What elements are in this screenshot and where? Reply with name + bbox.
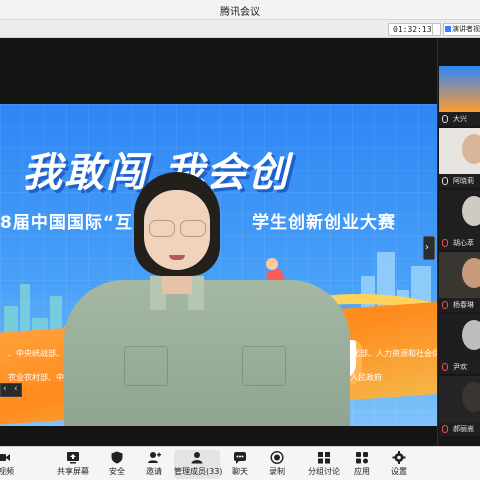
invite-button[interactable]: 邀请 bbox=[143, 450, 165, 479]
mic-muted-icon bbox=[442, 363, 448, 371]
participant-video bbox=[439, 252, 480, 298]
participant-name: 阿晓莉 bbox=[453, 177, 474, 185]
participant-tile[interactable]: 大兴 bbox=[439, 66, 480, 126]
participant-name: 大兴 bbox=[453, 115, 467, 123]
security-button[interactable]: 安全 bbox=[106, 450, 128, 479]
presenter-shirt bbox=[64, 280, 350, 426]
chevron-right-icon: › bbox=[425, 242, 429, 253]
mic-muted-icon bbox=[442, 301, 448, 309]
speaker-view-label: 演讲者视 bbox=[452, 25, 480, 33]
stage-page-nav[interactable]: ‹ ‹ bbox=[0, 383, 22, 397]
participant-tile[interactable]: 杨春琳 bbox=[439, 252, 480, 312]
video-camera-icon bbox=[0, 454, 10, 461]
title-bar: 腾讯会议 bbox=[0, 0, 480, 20]
participant-tile[interactable]: 胡心萃 bbox=[439, 190, 480, 250]
participant-video bbox=[439, 314, 480, 360]
gear-icon bbox=[392, 451, 406, 464]
collapse-participants-button[interactable]: › bbox=[423, 236, 435, 260]
members-icon bbox=[191, 452, 203, 464]
mic-muted-icon bbox=[442, 239, 448, 247]
mic-icon bbox=[442, 115, 448, 123]
presenter-video bbox=[64, 156, 350, 426]
manage-members-button[interactable]: 管理成员(33) bbox=[174, 450, 222, 479]
participant-video bbox=[439, 66, 480, 112]
meeting-top-bar: 01:32:13 演讲者视 bbox=[0, 20, 480, 38]
record-icon bbox=[270, 451, 284, 464]
chevron-left-icon[interactable]: ‹ bbox=[14, 384, 18, 394]
participant-name: 尹欢 bbox=[453, 363, 467, 371]
participant-tile[interactable]: 阿晓莉 bbox=[439, 128, 480, 188]
speaker-view-button[interactable]: 演讲者视 bbox=[443, 23, 480, 36]
mic-muted-icon bbox=[442, 425, 448, 433]
breakout-rooms-icon bbox=[318, 452, 330, 464]
record-button[interactable]: 录制 bbox=[266, 450, 288, 479]
apps-grid-icon bbox=[356, 452, 368, 464]
apps-button[interactable]: 应用 bbox=[351, 450, 373, 479]
shield-icon bbox=[111, 451, 123, 464]
mic-icon bbox=[442, 177, 448, 185]
video-button[interactable]: 视频 bbox=[0, 450, 14, 479]
main-video-stage[interactable]: 我敢闯 我会创 8届中国国际“互 学生创新创业大赛 、中央统战部、中央 信息化部… bbox=[0, 38, 437, 446]
participant-video bbox=[439, 190, 480, 236]
share-screen-button[interactable]: 共享屏幕 bbox=[55, 450, 91, 479]
add-person-icon bbox=[148, 452, 161, 463]
chat-bubble-icon bbox=[234, 452, 246, 464]
meeting-toolbar: 视频 共享屏幕 安全 邀请 管理成员(33) 聊天 录制 分组讨论 应用 设置 bbox=[0, 446, 480, 480]
chevron-left-icon[interactable]: ‹ bbox=[3, 384, 7, 394]
share-screen-icon bbox=[67, 452, 79, 464]
grid-view-icon bbox=[445, 26, 451, 32]
chat-button[interactable]: 聊天 bbox=[229, 450, 251, 479]
layout-toggle-button[interactable] bbox=[432, 23, 441, 36]
participant-video bbox=[439, 128, 480, 174]
participant-name: 胡心萃 bbox=[453, 239, 474, 247]
participant-name: 郝丽嵩 bbox=[453, 425, 474, 433]
glasses bbox=[144, 220, 210, 238]
meeting-timer: 01:32:13 bbox=[388, 23, 437, 36]
participant-tile[interactable]: 郝丽嵩 bbox=[439, 376, 480, 436]
window-title: 腾讯会议 bbox=[220, 7, 260, 18]
breakout-rooms-button[interactable]: 分组讨论 bbox=[306, 450, 342, 479]
participant-tile[interactable]: 尹欢 bbox=[439, 314, 480, 374]
settings-button[interactable]: 设置 bbox=[388, 450, 410, 479]
participant-name: 杨春琳 bbox=[453, 301, 474, 309]
participant-video bbox=[439, 376, 480, 422]
